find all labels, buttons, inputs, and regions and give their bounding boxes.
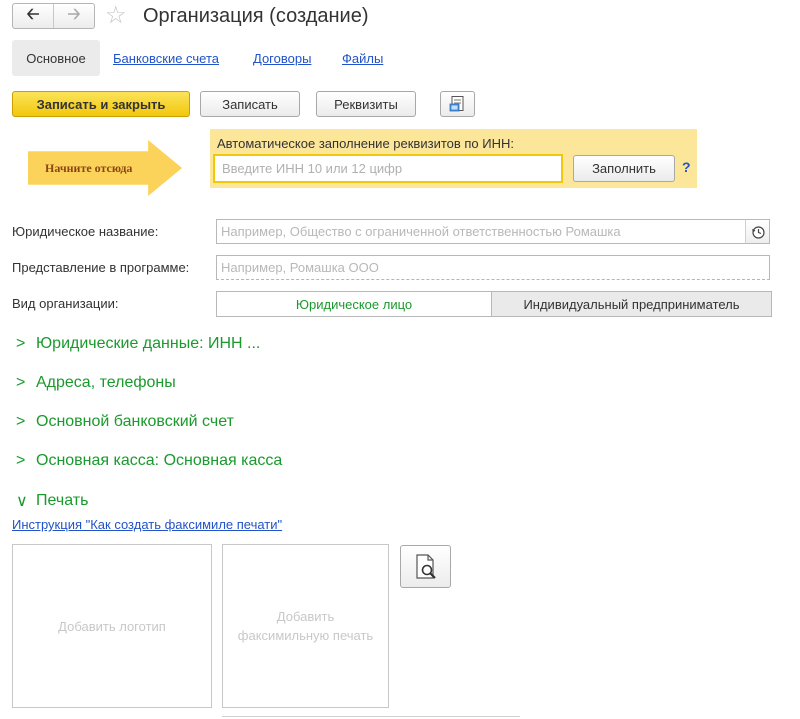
legal-name-field[interactable] xyxy=(216,219,746,244)
org-type-individual[interactable]: Индивидуальный предприниматель xyxy=(492,291,772,317)
chevron-right-icon: > xyxy=(16,374,26,391)
group-bank-account[interactable]: > Основной банковский счет xyxy=(16,413,234,431)
inn-input[interactable] xyxy=(213,154,563,183)
legal-name-label: Юридическое название: xyxy=(12,224,159,239)
group-label: Основная касса: Основная касса xyxy=(36,452,283,469)
chevron-right-icon: > xyxy=(16,413,26,430)
display-name-label: Представление в программе: xyxy=(12,260,190,275)
requisites-button[interactable]: Реквизиты xyxy=(316,91,416,117)
arrow-right-icon[interactable]: 🡢 xyxy=(54,4,94,28)
fill-button[interactable]: Заполнить xyxy=(573,155,675,182)
add-logo-label: Добавить логотип xyxy=(58,618,166,634)
group-print[interactable]: ∨ Печать xyxy=(16,491,88,511)
arrow-left-icon[interactable]: 🡠 xyxy=(13,4,54,28)
page-title: Организация (создание) xyxy=(143,5,369,27)
inn-autofill-label: Автоматическое заполнение реквизитов по … xyxy=(217,136,514,151)
help-icon[interactable]: ? xyxy=(682,159,691,175)
history-icon[interactable] xyxy=(745,219,770,244)
group-label: Печать xyxy=(36,492,89,509)
add-stamp-box[interactable]: Добавить факсимильную печать xyxy=(222,544,389,708)
display-name-field[interactable] xyxy=(216,255,770,280)
document-icon[interactable] xyxy=(440,91,475,117)
divider xyxy=(222,716,520,717)
add-stamp-label-line2: факсимильную печать xyxy=(237,628,374,643)
add-logo-box[interactable]: Добавить логотип xyxy=(12,544,212,708)
save-button[interactable]: Записать xyxy=(200,91,300,117)
chevron-right-icon: > xyxy=(16,452,26,469)
tab-files[interactable]: Файлы xyxy=(342,51,383,66)
org-type-label: Вид организации: xyxy=(12,296,119,311)
group-label: Юридические данные: ИНН ... xyxy=(36,335,261,352)
navigation-buttons: 🡠 🡢 xyxy=(12,3,95,29)
add-stamp-label-line1: Добавить xyxy=(276,609,335,624)
save-and-close-button[interactable]: Записать и закрыть xyxy=(12,91,190,117)
facsimile-instruction-link[interactable]: Инструкция "Как создать факсимиле печати… xyxy=(12,517,282,532)
tab-main[interactable]: Основное xyxy=(12,40,100,76)
group-label: Адреса, телефоны xyxy=(36,374,176,391)
org-type-legal-entity[interactable]: Юридическое лицо xyxy=(216,291,492,317)
chevron-down-icon: ∨ xyxy=(16,493,28,510)
group-legal-data[interactable]: > Юридические данные: ИНН ... xyxy=(16,335,260,353)
tab-contracts[interactable]: Договоры xyxy=(253,51,311,66)
magnifier-document-icon[interactable] xyxy=(400,545,451,588)
group-label: Основной банковский счет xyxy=(36,413,234,430)
chevron-right-icon: > xyxy=(16,335,26,352)
group-addresses[interactable]: > Адреса, телефоны xyxy=(16,374,176,392)
start-here-label: Начните отсюда xyxy=(45,161,133,175)
group-cash-desk[interactable]: > Основная касса: Основная касса xyxy=(16,452,282,470)
tab-bank-accounts[interactable]: Банковские счета xyxy=(113,51,219,66)
star-icon[interactable]: ☆ xyxy=(105,2,127,30)
